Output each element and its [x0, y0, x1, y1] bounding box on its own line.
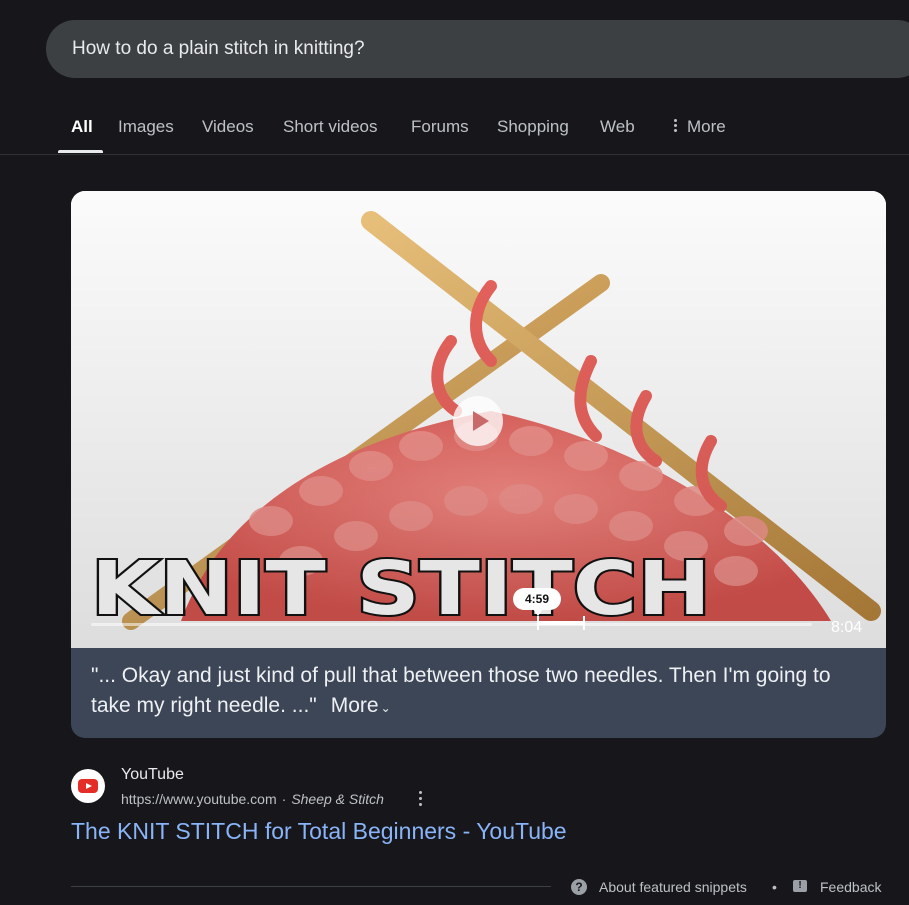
site-url: https://www.youtube.com: [121, 791, 277, 807]
video-overlay-title: KNIT STITCH: [91, 546, 711, 632]
clip-start-marker: [537, 616, 539, 630]
help-icon[interactable]: ?: [571, 879, 587, 895]
transcript-more-button[interactable]: More ⌄: [331, 694, 391, 717]
video-thumbnail[interactable]: KNIT STITCH 4:59 8:04: [71, 191, 886, 648]
url-separator: ·: [281, 791, 287, 807]
channel-author: Sheep & Stitch: [291, 791, 384, 807]
tab-more-label: More: [687, 117, 726, 136]
tab-web[interactable]: Web: [600, 117, 635, 137]
tab-images[interactable]: Images: [118, 117, 174, 137]
more-options-icon[interactable]: [418, 791, 424, 807]
progress-clip-segment: [538, 621, 585, 625]
transcript-snippet: "... Okay and just kind of pull that bet…: [91, 661, 871, 723]
active-tab-indicator: [58, 150, 103, 153]
transcript-text: "... Okay and just kind of pull that bet…: [91, 664, 831, 717]
search-bar[interactable]: How to do a plain stitch in knitting?: [46, 20, 909, 78]
tab-forums[interactable]: Forums: [411, 117, 469, 137]
tab-videos[interactable]: Videos: [202, 117, 254, 137]
about-featured-snippets-link[interactable]: About featured snippets: [599, 879, 747, 895]
clip-end-marker: [583, 616, 585, 630]
divider: [71, 886, 551, 887]
results-page: How to do a plain stitch in knitting? Al…: [0, 0, 909, 905]
progress-track[interactable]: [91, 623, 812, 626]
more-vert-icon: [674, 117, 677, 134]
timestamp-bubble: 4:59: [513, 588, 561, 616]
featured-video-card: KNIT STITCH 4:59 8:04 "... Okay and just…: [71, 191, 886, 738]
result-title-link[interactable]: The KNIT STITCH for Total Beginners - Yo…: [71, 818, 567, 845]
video-duration: 8:04: [831, 619, 863, 636]
site-name: YouTube: [121, 766, 184, 783]
tab-all[interactable]: All: [71, 117, 93, 137]
more-label: More: [330, 694, 379, 717]
footer-separator: •: [772, 879, 777, 895]
search-query[interactable]: How to do a plain stitch in knitting?: [72, 38, 365, 60]
chevron-down-icon: ⌄: [380, 701, 391, 715]
play-icon[interactable]: [453, 396, 503, 446]
feedback-icon[interactable]: !: [793, 880, 807, 892]
tab-more[interactable]: More: [674, 117, 726, 137]
tab-short-videos[interactable]: Short videos: [283, 117, 378, 137]
site-url-line: https://www.youtube.com · Sheep & Stitch: [121, 791, 384, 807]
youtube-logo-icon[interactable]: [71, 769, 105, 803]
search-tabs: All Images Videos Short videos Forums Sh…: [0, 108, 909, 155]
feedback-link[interactable]: Feedback: [820, 879, 881, 895]
tab-shopping[interactable]: Shopping: [497, 117, 569, 137]
